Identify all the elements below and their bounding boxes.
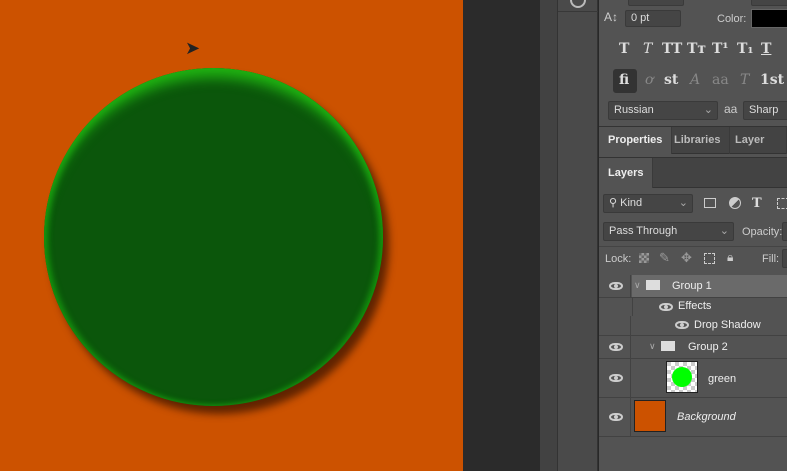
opacity-label: Opacity: [742,226,783,238]
type-filter-icon[interactable]: T [752,196,762,211]
antialias-icon: aa [724,102,738,116]
superscript-button[interactable]: T¹ [712,41,729,57]
subscript-button[interactable]: T₁ [737,41,754,57]
blend-mode-value: Pass Through [609,225,678,237]
opacity-field[interactable] [782,222,787,241]
drop-shadow-eye-icon[interactable] [675,321,689,329]
lock-artboard-icon[interactable] [704,253,715,264]
layer-row-green[interactable]: green [599,359,787,398]
layer-name: Group 1 [672,280,712,292]
tab-layers[interactable]: Layers [599,158,654,188]
layer-name: Group 2 [688,341,728,353]
visibility-eye-icon[interactable] [609,343,623,351]
document-canvas[interactable]: ➤ [0,0,463,471]
lock-transparent-icon[interactable] [639,253,649,263]
layer-thumbnail [666,361,698,393]
layer-row-background[interactable]: Background [599,398,787,437]
ordinals-button[interactable]: 1st [760,72,784,88]
pixel-filter-icon[interactable] [704,198,716,208]
lock-move-icon[interactable]: ✥ [681,250,692,266]
antialias-dropdown[interactable]: Sharp [743,101,787,120]
visibility-eye-icon[interactable] [609,282,623,290]
discretionary-ligatures-button[interactable]: st [664,72,678,88]
swash-button[interactable]: A [690,72,700,88]
tab-libraries[interactable]: Libraries [665,127,731,154]
adjustment-filter-icon[interactable] [729,197,741,209]
ligatures-button[interactable]: fi [619,72,629,88]
collapsed-panel-column [558,0,598,471]
lock-paint-brush-icon[interactable]: ✎ [659,250,670,266]
move-cursor-icon: ➤ [185,38,201,58]
layers-tab-bar: Layers [599,157,787,188]
chevron-down-icon: ⌄ [703,104,713,116]
color-label: Color: [717,13,747,25]
tab-layer-comps[interactable]: Layer Comp [726,127,787,173]
shape-filter-icon[interactable] [777,198,787,209]
layer-name: green [708,373,737,385]
effects-label: Effects [678,300,712,312]
filter-value: Kind [620,197,643,209]
faux-italic-button[interactable]: T [643,41,652,57]
green-circle [44,68,383,406]
visibility-eye-icon[interactable] [609,374,623,382]
filter-kind-dropdown[interactable]: ⚲ Kind ⌄ [603,194,693,213]
folder-icon [646,280,660,290]
lock-all-icon[interactable]: 🔒︎ [727,250,733,265]
layer-row-group-2[interactable]: ∨ Group 2 [599,336,787,359]
expand-chevron-icon[interactable]: ∨ [634,280,641,291]
fill-field[interactable] [782,249,787,268]
tracking-field-top[interactable] [751,0,787,6]
panel-dock-edge [540,0,558,471]
expand-chevron-icon[interactable]: ∨ [649,341,656,352]
right-panel: A↕ 0 pt Color: T T TT Tт T¹ T₁ T fi ơ st… [599,0,787,471]
layer-name: Background [677,411,736,423]
all-caps-button[interactable]: TT [662,41,682,57]
effect-name: Drop Shadow [694,319,761,331]
effects-eye-icon[interactable] [659,303,673,311]
visibility-eye-icon[interactable] [609,413,623,421]
folder-icon [661,341,675,351]
fill-label: Fill: [762,253,780,265]
blend-mode-dropdown[interactable]: Pass Through ⌄ [603,222,734,241]
chevron-down-icon: ⌄ [719,225,729,237]
underline-button[interactable]: T [761,41,771,57]
effect-drop-shadow-row[interactable]: Drop Shadow [599,316,787,336]
titling-button[interactable]: T [740,72,749,88]
tab-properties[interactable]: Properties [599,127,673,154]
lock-label: Lock: [605,253,632,265]
layer-row-group-1[interactable]: ∨ Group 1 [599,275,787,298]
baseline-shift-field[interactable]: 0 pt [625,10,681,27]
color-swatch[interactable] [751,9,787,28]
chevron-down-icon: ⌄ [678,197,688,209]
alternates-button[interactable]: ơ [645,72,653,88]
small-caps-button[interactable]: Tт [687,41,706,57]
effects-row[interactable]: Effects [632,298,787,316]
language-dropdown[interactable]: Russian ⌄ [608,101,718,120]
stylistic-alternates-button[interactable]: aa [712,72,729,88]
search-icon: ⚲ [609,197,621,209]
properties-tab-bar: Properties Libraries Layer Comp [599,126,787,173]
workspace-background [463,0,540,471]
panel-icon-button[interactable] [570,0,586,8]
layer-thumbnail [634,400,666,432]
language-value: Russian [614,104,654,116]
baseline-shift-icon: A↕ [604,10,619,24]
leading-field[interactable] [628,0,684,6]
faux-bold-button[interactable]: T [619,41,629,57]
